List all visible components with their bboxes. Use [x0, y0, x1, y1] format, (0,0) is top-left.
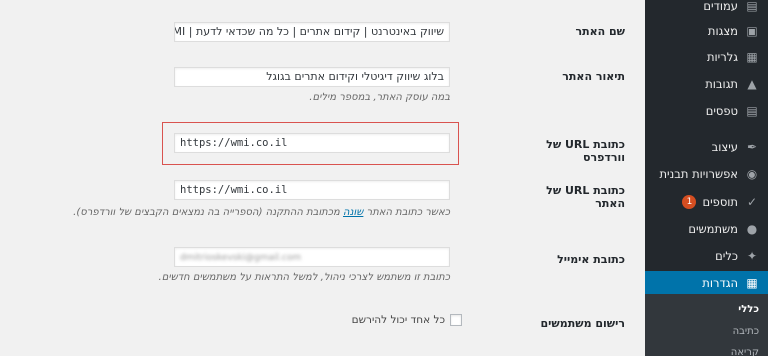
- tagline-label: תיאור האתר: [562, 70, 625, 83]
- wp-url-label: כתובת URL של וורדפרס: [546, 138, 625, 164]
- settings-submenu: כללי כתיבה קריאה: [645, 294, 768, 356]
- sidebar-item-label: עמודים: [703, 0, 738, 13]
- sidebar-item-settings[interactable]: ▦ הגדרות: [645, 271, 768, 294]
- slides-icon: ▣: [746, 24, 758, 38]
- sidebar-item-label: טפסים: [705, 104, 738, 118]
- users-icon: ●: [746, 222, 758, 236]
- sidebar-item-label: תוספים: [702, 195, 738, 209]
- pages-icon: ▤: [746, 0, 758, 13]
- sidebar-item-theme-options[interactable]: ◉ אפשרויות תבנית: [645, 162, 768, 186]
- forms-icon: ▤: [746, 104, 758, 118]
- settings-icon: ▦: [746, 275, 758, 290]
- site-url-label: כתובת URL של האתר: [546, 184, 625, 210]
- email-label: כתובת אימייל: [557, 253, 625, 266]
- sidebar-item-label: גלריות: [706, 50, 738, 64]
- submenu-item-writing[interactable]: כתיבה: [733, 326, 759, 337]
- tagline-input[interactable]: בלוג שיווק דיגיטלי וקידום אתרים בגוגל: [174, 67, 450, 87]
- sidebar-item-label: עיצוב: [711, 140, 738, 154]
- membership-label: רישום משתמשים: [540, 317, 625, 330]
- admin-sidebar: ▤ עמודים ▣ מצגות ▦ גלריות ▲ תגובות ▤ טפס…: [645, 0, 768, 356]
- sidebar-item-appearance[interactable]: ✒ עיצוב: [645, 135, 768, 159]
- plugins-icon: ✓: [746, 195, 758, 209]
- membership-checkbox-label[interactable]: כל אחד יכול להירשם: [352, 314, 445, 326]
- comments-icon: ▲: [747, 77, 757, 91]
- sidebar-item-galleries[interactable]: ▦ גלריות: [645, 45, 768, 69]
- membership-checkbox[interactable]: [450, 314, 462, 326]
- site-url-desc-text-end: מכתובת ההתקנה (הספרייה בה נמצאים הקבצים …: [73, 207, 344, 218]
- gallery-icon: ▦: [746, 50, 758, 64]
- site-title-label: שם האתר: [575, 25, 625, 38]
- site-url-input[interactable]: https://wmi.co.il: [174, 180, 450, 200]
- theme-options-icon: ◉: [746, 167, 758, 181]
- sidebar-item-comments[interactable]: ▲ תגובות: [645, 72, 768, 96]
- sidebar-item-tools[interactable]: ✦ כלים: [645, 244, 768, 268]
- sidebar-item-label: כלים: [715, 249, 738, 263]
- paint-brush-icon: ✒: [746, 140, 758, 154]
- sidebar-item-label: תגובות: [705, 77, 738, 91]
- sidebar-item-label: משתמשים: [688, 222, 738, 236]
- submenu-item-general[interactable]: כללי: [738, 304, 759, 315]
- site-title-input[interactable]: שיווק באינטרנט | קידום אתרים | כל מה שכד…: [174, 22, 450, 42]
- email-input[interactable]: dmitrioskevski@gmail.com: [174, 247, 450, 267]
- tagline-description: במה עוסק האתר, במספר מילים.: [309, 92, 450, 103]
- submenu-item-reading[interactable]: קריאה: [731, 347, 759, 356]
- email-value-blurred: dmitrioskevski@gmail.com: [180, 253, 302, 263]
- sidebar-item-users[interactable]: ● משתמשים: [645, 217, 768, 241]
- wrench-icon: ✦: [746, 249, 758, 263]
- email-description: כתובת זו משתמש לצרכי ניהול, למשל התראות …: [158, 272, 450, 283]
- sidebar-item-plugins[interactable]: ✓ תוספים 1: [645, 190, 768, 214]
- sidebar-item-pages[interactable]: ▤ עמודים: [645, 0, 768, 18]
- sidebar-item-label: הגדרות: [702, 275, 738, 290]
- sidebar-item-slides[interactable]: ▣ מצגות: [645, 19, 768, 43]
- sidebar-item-label: אפשרויות תבנית: [659, 167, 738, 181]
- site-url-desc-link[interactable]: שונה: [343, 207, 363, 218]
- wp-url-input[interactable]: https://wmi.co.il: [174, 133, 450, 153]
- plugins-update-badge: 1: [682, 195, 697, 209]
- site-url-desc-text: כאשר כתובת האתר: [363, 207, 450, 218]
- sidebar-item-forms[interactable]: ▤ טפסים: [645, 99, 768, 123]
- site-url-description: כאשר כתובת האתר שונה מכתובת ההתקנה (הספר…: [73, 207, 450, 218]
- sidebar-item-label: מצגות: [707, 24, 738, 38]
